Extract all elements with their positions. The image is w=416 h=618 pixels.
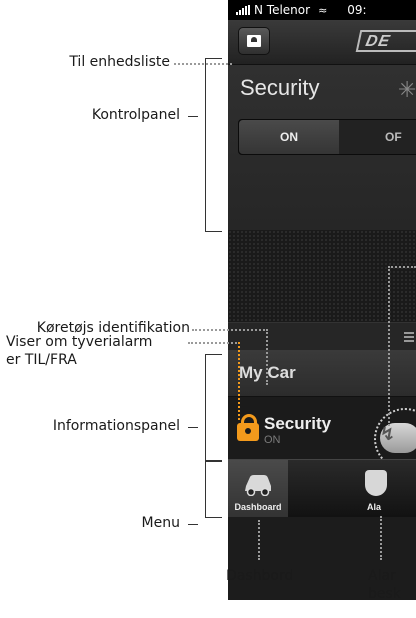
bracket-tick-control-panel	[188, 116, 198, 117]
leader-line-vehicle-dial-down	[388, 266, 390, 426]
carrier-name: N Telenor	[254, 3, 311, 17]
bracket-info-panel	[205, 354, 222, 461]
leader-line-alarm-status-down	[238, 342, 240, 420]
tab-dashboard-label: Dashboard	[234, 502, 282, 512]
tab-alarm-label: Ala	[367, 502, 382, 512]
brand-logo: DE	[355, 30, 416, 52]
tab-alarm[interactable]: Ala	[323, 460, 403, 517]
bracket-tick-info-panel	[188, 427, 198, 428]
nav-bar: DE	[228, 20, 416, 65]
leader-line-device-list	[174, 63, 232, 65]
security-toggle[interactable]: ON OF	[238, 119, 416, 155]
wifi-icon: ≈	[318, 3, 328, 17]
annotation-alarm-status-line2: er TIL/FRA	[6, 352, 77, 368]
lightning-icon: ↯	[380, 424, 396, 444]
leader-line-alarm-status	[188, 342, 240, 344]
bracket-control-panel	[205, 58, 222, 232]
leader-line-vehicle-dial	[388, 266, 416, 268]
tab-dashboard[interactable]: Dashboard	[228, 460, 288, 517]
annotation-alarm-line1: Alar	[368, 568, 396, 584]
bracket-menu	[205, 461, 222, 518]
id-card-icon	[247, 35, 261, 47]
leader-line-dashboard	[258, 520, 260, 560]
security-status-label: Security	[264, 414, 332, 433]
bracket-tick-menu	[188, 524, 198, 525]
shield-icon	[365, 470, 387, 496]
clock: 09:	[347, 3, 367, 17]
leader-line-alarm	[380, 516, 382, 560]
annotation-alarm-line2: besk	[368, 586, 401, 602]
status-bar: N Telenor ≈ 09:	[228, 0, 416, 20]
drag-handle-icon	[404, 332, 414, 344]
leader-line-vehicle-id-down	[266, 329, 268, 385]
signal-icon	[236, 5, 250, 15]
annotation-dashboard: Dashbord	[226, 568, 294, 584]
annotation-control-panel: Kontrolpanel	[91, 107, 180, 123]
security-title: Security	[240, 75, 320, 100]
car-icon	[245, 475, 271, 496]
toggle-off-button[interactable]: OF	[339, 120, 416, 154]
leader-line-vehicle-id	[192, 329, 268, 331]
security-status-value: ON	[264, 434, 281, 446]
loading-spinner-icon: ✳	[398, 77, 416, 102]
toggle-on-button[interactable]: ON	[239, 120, 339, 154]
control-panel: Security ✳ ON OF	[228, 65, 416, 230]
annotation-device-list: Til enhedsliste	[69, 54, 170, 70]
annotation-info-panel: Informationspanel	[52, 418, 180, 434]
annotation-alarm-status-line1: Viser om tyverialarm	[6, 334, 153, 350]
lock-icon	[237, 414, 259, 441]
device-list-button[interactable]	[238, 27, 270, 55]
tab-bar: Dashboard Ala	[228, 459, 416, 517]
annotation-menu: Menu	[141, 515, 180, 531]
